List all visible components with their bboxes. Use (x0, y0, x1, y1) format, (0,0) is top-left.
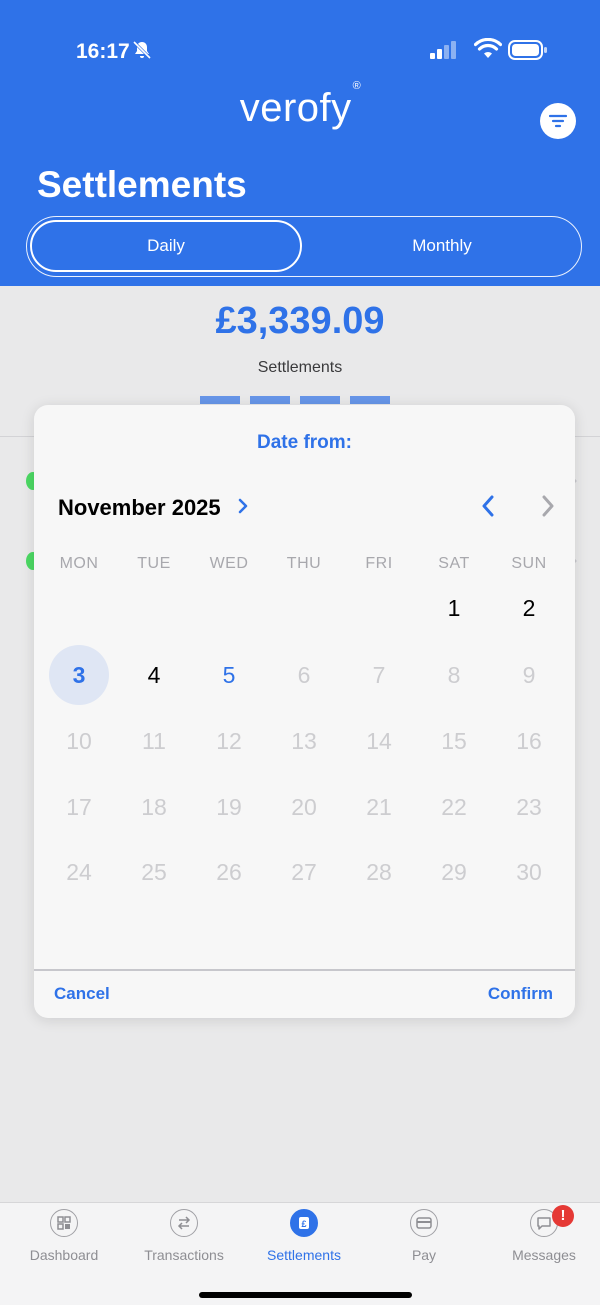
wifi-icon (474, 38, 502, 58)
weekday-label: FRI (365, 555, 393, 572)
modal-divider (34, 969, 575, 971)
previous-month-button[interactable] (476, 494, 500, 518)
calendar-day: 6 (297, 662, 311, 688)
tab-settlements[interactable]: £ Settlements (244, 1209, 364, 1263)
page-title: Settlements (37, 164, 247, 205)
calendar-day: 28 (366, 859, 392, 885)
filter-button[interactable] (540, 103, 576, 139)
calendar-day: 14 (366, 728, 392, 754)
month-year-selector[interactable]: November 2025 (58, 495, 221, 521)
date-picker-title: Date from: (256, 432, 352, 453)
chevron-left-icon (482, 495, 494, 517)
calendar-day: 29 (441, 859, 467, 885)
weekday-label: TUE (137, 555, 171, 572)
tab-messages[interactable]: ! Messages (484, 1205, 600, 1263)
date-range-selector[interactable] (200, 396, 400, 404)
tab-pay[interactable]: Pay (364, 1209, 484, 1263)
calendar-day: 15 (441, 728, 467, 754)
calendar-day[interactable]: 4 (124, 645, 184, 705)
tab-dashboard[interactable]: Dashboard (4, 1209, 124, 1263)
calendar-day: 18 (141, 794, 167, 820)
filter-icon (549, 114, 567, 128)
calendar-day: 26 (216, 859, 242, 885)
calendar-day: 22 (441, 794, 467, 820)
weekday-label: MON (59, 555, 99, 572)
confirm-button[interactable]: Confirm (488, 984, 553, 1004)
calendar-day: 7 (372, 662, 386, 688)
calendar-day: 21 (366, 794, 392, 820)
home-indicator (199, 1292, 412, 1298)
calendar-day: 11 (142, 728, 166, 754)
cellular-signal-icon (430, 41, 456, 59)
tab-monthly[interactable]: Monthly (305, 220, 579, 272)
tab-label: Pay (411, 1247, 437, 1263)
svg-text:£: £ (301, 1219, 306, 1229)
cancel-button[interactable]: Cancel (54, 984, 110, 1004)
chevron-right-icon (542, 495, 554, 517)
tab-daily[interactable]: Daily (30, 220, 302, 272)
date-picker-modal: Date from: November 2025 MON TUE WED THU FRI… (34, 405, 575, 1018)
calendar-day: 17 (66, 794, 92, 820)
calendar-day[interactable]: 1 (424, 578, 484, 638)
period-segmented-control: Daily Monthly (26, 216, 582, 277)
calendar-day: 10 (66, 728, 92, 754)
pay-icon (410, 1209, 438, 1237)
registered-mark: ® (352, 79, 362, 92)
settlements-icon: £ (290, 1209, 318, 1237)
calendar-day: 23 (516, 794, 542, 820)
calendar-day-selected[interactable]: 3 (49, 645, 109, 705)
status-time: 16:17 (76, 40, 130, 63)
calendar-day: 24 (66, 859, 92, 885)
calendar-day[interactable]: 5 (199, 645, 259, 705)
transactions-icon (170, 1209, 198, 1237)
notification-badge: ! (552, 1205, 574, 1227)
tab-transactions[interactable]: Transactions (124, 1209, 244, 1263)
calendar-day: 20 (291, 794, 317, 820)
weekday-label: WED (209, 555, 249, 572)
brand-logo-text: verofy (239, 86, 352, 130)
battery-icon (508, 40, 547, 60)
calendar-day[interactable]: 2 (499, 578, 559, 638)
calendar-day: 13 (291, 728, 317, 754)
brand-logo: verofy® (0, 80, 600, 131)
weekday-label: SAT (438, 555, 470, 572)
header: 16:17 verofy® Settlements Daily Monthly (0, 0, 600, 286)
calendar-day: 16 (516, 728, 542, 754)
bottom-tab-bar: Dashboard Transactions £ Settlements Pay… (0, 1202, 600, 1305)
calendar-day: 9 (522, 662, 536, 688)
calendar-day: 27 (291, 859, 317, 885)
calendar-day: 30 (516, 859, 542, 885)
calendar-day: 25 (141, 859, 167, 885)
chevron-right-icon[interactable] (237, 497, 249, 515)
weekday-label: THU (286, 555, 322, 572)
tab-label: Settlements (267, 1247, 341, 1263)
bell-off-icon (132, 40, 152, 60)
tab-label: Dashboard (29, 1247, 99, 1263)
tab-label: Messages (512, 1247, 576, 1263)
settlements-total-label: Settlements (257, 359, 343, 376)
settlements-total: £3,339.09 (215, 300, 385, 342)
next-month-button[interactable] (536, 494, 560, 518)
tab-label: Transactions (144, 1247, 224, 1263)
dashboard-icon (50, 1209, 78, 1237)
calendar-day: 8 (447, 662, 461, 688)
weekday-label: SUN (511, 555, 547, 572)
calendar-day: 12 (216, 728, 242, 754)
calendar-day: 19 (216, 794, 242, 820)
